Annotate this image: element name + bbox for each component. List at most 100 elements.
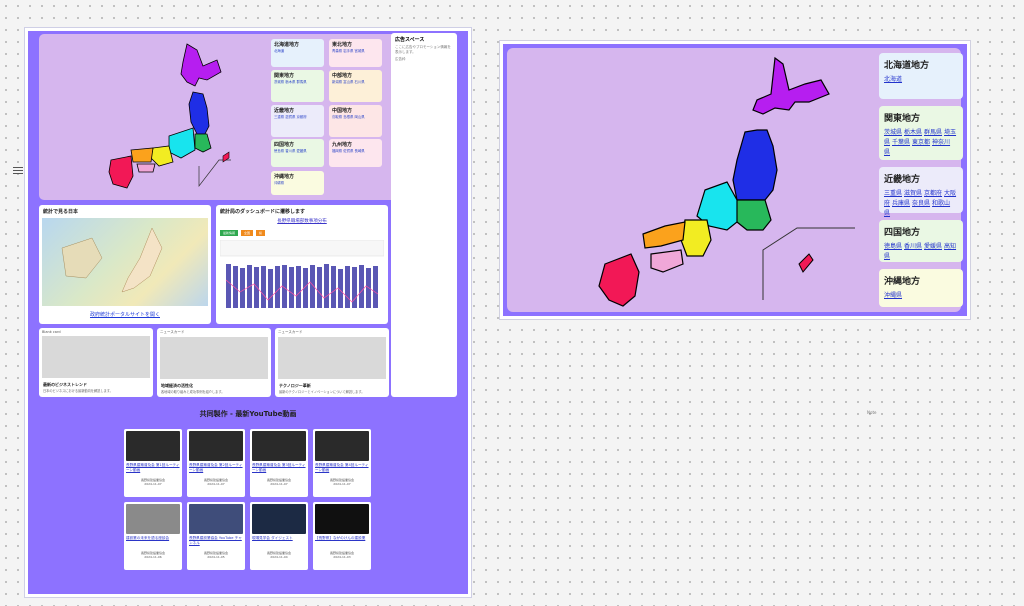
card-image [160,337,268,379]
video-thumbnail[interactable] [315,431,369,461]
prefecture-link[interactable]: 岩手県 [343,49,353,53]
card-desc: 日本のビジネスにおける最新動向を解説します。 [43,389,113,393]
map-region-okinawa [798,253,814,273]
prefecture-link[interactable]: 徳島県 [274,149,284,153]
tag-prefecture[interactable]: 県 [256,230,266,236]
video-card[interactable]: 長野県建築普及会 第2回ルーティーン動画 長野県建設業協会 2024-11-07 [187,429,245,497]
video-title[interactable]: 長野県建築普及会 第2回ルーティーン動画 [189,463,243,477]
map-section: 北海道地方 北海道 関東地方 茨城県 栃木県 群馬県 埼玉県 千葉県 東京都 神奈川県 近畿… [507,48,963,312]
prefecture-link[interactable]: 群馬県 [297,80,307,84]
region-title: 沖縄地方 [884,277,921,287]
prefecture-link[interactable]: 島根県 [343,115,353,119]
region-title: 中部地方 [332,73,353,79]
region-card-shikoku-small: 四国地方 徳島県 香川県 愛媛県 [271,139,324,167]
video-title[interactable]: 長野県建築普及会 第4回ルーティーン動画 [315,463,369,477]
dashboard-card: 統計局のダッシュボードに遷移します 長野県職場部数事項分布 最新情報 全国 県 [216,205,388,324]
prefecture-link[interactable]: 新潟県 [332,80,342,84]
video-title[interactable]: 建設業の未来を語る座談会 [126,536,180,550]
prefecture-link[interactable]: 奈良県 [912,200,930,207]
canvas-note: Note [867,410,877,415]
video-card[interactable]: 長野県建築普及会 第3回ルーティーン動画 長野県建設業協会 2024-11-07 [250,429,308,497]
card-image [278,337,386,379]
prefecture-link[interactable]: 三重県 [884,190,902,197]
region-title: 沖縄地方 [274,174,295,180]
prefecture-link[interactable]: 群馬県 [924,129,942,136]
tag-latest[interactable]: 最新情報 [220,230,239,236]
card-title: 最新のビジネストレンド [43,382,87,387]
prefecture-link[interactable]: 滋賀県 [285,115,295,119]
card-label: Blank card [42,330,61,334]
video-title[interactable]: 【長野県】ながのけんの建設業 [315,536,369,550]
prefecture-link[interactable]: 愛媛県 [297,149,307,153]
prefecture-link[interactable]: 滋賀県 [904,190,922,197]
region-card-chubu-small: 中部地方 新潟県 富山県 石川県 [329,70,382,102]
video-card[interactable]: 現場見学会 ダイジェスト 長野県建設業協会 2024-11-04 [250,502,308,570]
video-date: 2024-11-04 [270,555,288,559]
news-card-1[interactable]: Blank card 最新のビジネストレンド 日本のビジネスにおける最新動向を解… [39,328,153,397]
prefecture-link[interactable]: 沖縄県 [274,181,284,185]
prefecture-link[interactable]: 東京都 [912,139,930,146]
prefecture-link[interactable]: 栃木県 [285,80,295,84]
prefecture-link[interactable]: 佐賀県 [343,149,353,153]
video-thumbnail[interactable] [252,504,306,534]
prefecture-link[interactable]: 京都府 [924,190,942,197]
prefecture-link[interactable]: 富山県 [343,80,353,84]
prefecture-link[interactable]: 茨城県 [274,80,284,84]
prefecture-link[interactable]: 長崎県 [355,149,365,153]
dashboard-chart [219,239,385,310]
prefecture-link[interactable]: 兵庫県 [892,200,910,207]
video-card[interactable]: 長野県建設業協会 YouTube チャンネル 長野県建設業協会 2024-11-0… [187,502,245,570]
video-thumbnail[interactable] [189,504,243,534]
prefecture-link[interactable]: 北海道 [274,49,284,53]
region-card-hokkaido: 北海道地方 北海道 [879,53,963,99]
video-thumbnail[interactable] [252,431,306,461]
region-card-tohoku-small: 東北地方 青森県 岩手県 宮城県 [329,39,382,67]
region-title: 北海道地方 [884,61,930,71]
prefecture-link[interactable]: 三重県 [274,115,284,119]
stats-portal-link[interactable]: 政府統計ポータルサイトを開く [39,311,211,318]
prefecture-link[interactable]: 栃木県 [904,129,922,136]
video-title[interactable]: 長野県建築普及会 第1回ルーティーン動画 [126,463,180,477]
video-date: 2024-11-07 [207,482,225,486]
prefecture-link[interactable]: 岡山県 [355,115,365,119]
menu-icon[interactable] [13,165,23,176]
region-card-okinawa-small: 沖縄地方 沖縄県 [271,171,324,195]
prefecture-link[interactable]: 青森県 [332,49,342,53]
video-date: 2024-11-07 [144,482,162,486]
video-thumbnail[interactable] [189,431,243,461]
prefecture-link[interactable]: 福岡県 [332,149,342,153]
ad-space: 広告スペース ここに広告やプロモーション情報を表示します。 広告枠 [391,33,457,397]
region-title: 四国地方 [274,142,295,148]
prefecture-link[interactable]: 京都府 [297,115,307,119]
news-card-3[interactable]: ニュースカード テクノロジー革新 最新のテクノロジーとイノベーションについて解説… [275,328,389,397]
region-card-kanto-small: 関東地方 茨城県 栃木県 群馬県 [271,70,324,102]
prefecture-link[interactable]: 愛媛県 [924,243,942,250]
video-thumbnail[interactable] [126,504,180,534]
tag-national[interactable]: 全国 [241,230,254,236]
video-title[interactable]: 長野県建設業協会 YouTube チャンネル [189,536,243,550]
prefecture-link[interactable]: 香川県 [904,243,922,250]
prefecture-link[interactable]: 宮城県 [355,49,365,53]
page-frame-right: 北海道地方 北海道 関東地方 茨城県 栃木県 群馬県 埼玉県 千葉県 東京都 神奈川県 近畿… [499,40,971,320]
stats-card: 統計で見る日本 政府統計ポータルサイトを開く [39,205,211,324]
video-title[interactable]: 長野県建築普及会 第3回ルーティーン動画 [252,463,306,477]
card-title: 地域経済の活性化 [161,383,193,388]
prefecture-link[interactable]: 沖縄県 [884,292,902,299]
video-thumbnail[interactable] [315,504,369,534]
prefecture-link[interactable]: 徳島県 [884,243,902,250]
prefecture-link[interactable]: 香川県 [285,149,295,153]
prefecture-link[interactable]: 北海道 [884,76,902,83]
video-card[interactable]: 長野県建築普及会 第1回ルーティーン動画 長野県建設業協会 2024-11-07 [124,429,182,497]
prefecture-link[interactable]: 千葉県 [892,139,910,146]
prefecture-link[interactable]: 鳥取県 [332,115,342,119]
video-title[interactable]: 現場見学会 ダイジェスト [252,536,306,550]
video-card[interactable]: 建設業の未来を語る座談会 長野県建設業協会 2024-11-06 [124,502,182,570]
ad-title: 広告スペース [395,37,425,43]
video-thumbnail[interactable] [126,431,180,461]
video-card[interactable]: 【長野県】ながのけんの建設業 長野県建設業協会 2024-11-03 [313,502,371,570]
video-card[interactable]: 長野県建築普及会 第4回ルーティーン動画 長野県建設業協会 2024-11-07 [313,429,371,497]
card-label: ニュースカード [278,330,303,334]
news-card-2[interactable]: ニュースカード 地域経済の活性化 各地域の取り組みと成功事例を紹介します。 [157,328,271,397]
prefecture-link[interactable]: 石川県 [355,80,365,84]
prefecture-link[interactable]: 茨城県 [884,129,902,136]
